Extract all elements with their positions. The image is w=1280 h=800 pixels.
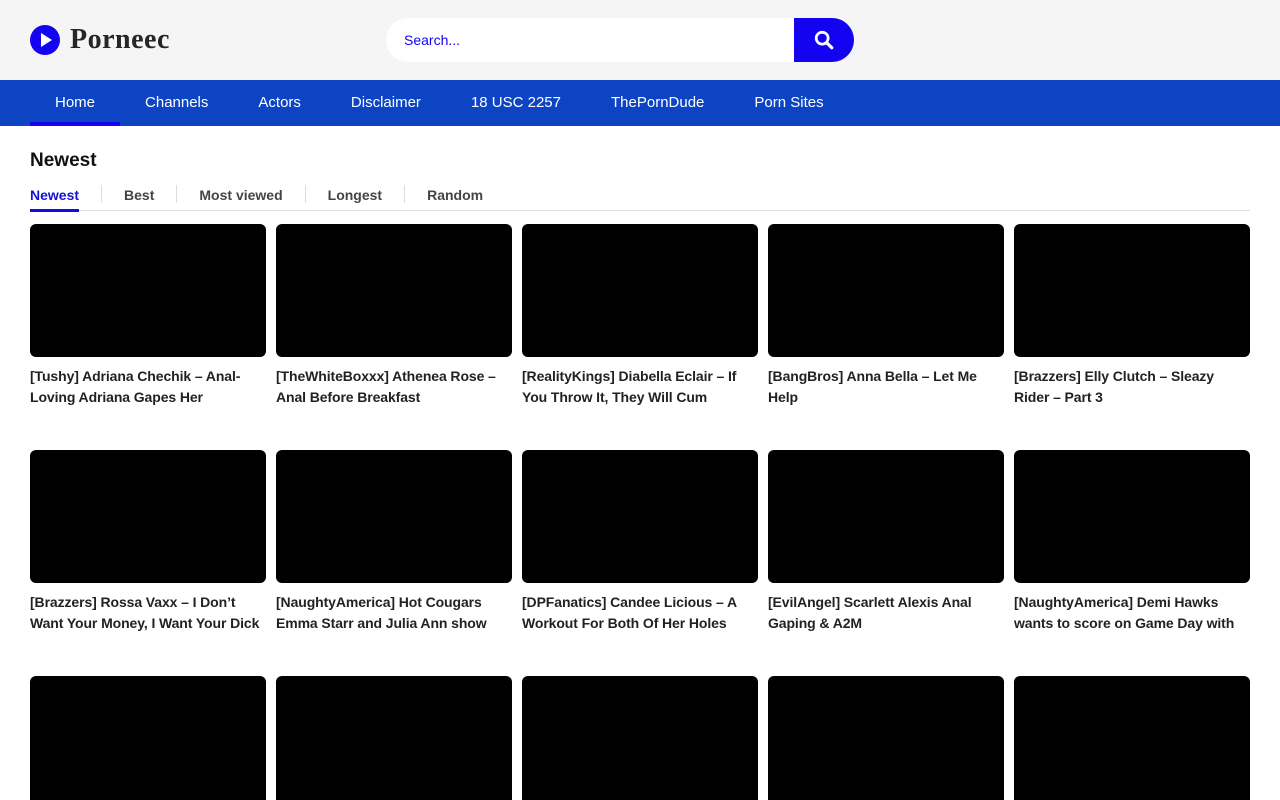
video-thumbnail[interactable] — [30, 450, 266, 583]
video-card: [DPFanatics] Candee Licious – A Workout … — [522, 450, 758, 634]
video-card: [EvilAngel] Scarlett Alexis Anal Gaping … — [768, 450, 1004, 634]
main-nav: Home Channels Actors Disclaimer 18 USC 2… — [0, 80, 1280, 126]
video-card — [768, 676, 1004, 800]
nav-item-home[interactable]: Home — [30, 80, 120, 126]
video-thumbnail[interactable] — [522, 450, 758, 583]
video-title[interactable]: [RealityKings] Diabella Eclair – If You … — [522, 366, 758, 408]
tab-best[interactable]: Best — [124, 185, 154, 211]
tab-separator — [176, 185, 177, 203]
nav-item-18-usc-2257[interactable]: 18 USC 2257 — [446, 80, 586, 126]
video-thumbnail[interactable] — [1014, 676, 1250, 800]
video-title[interactable]: [DPFanatics] Candee Licious – A Workout … — [522, 592, 758, 634]
main-content: Newest Newest Best Most viewed Longest R… — [0, 150, 1280, 800]
logo[interactable]: Porneec — [30, 24, 170, 56]
video-card — [276, 676, 512, 800]
video-title[interactable]: [BangBros] Anna Bella – Let Me Help — [768, 366, 1004, 408]
video-card: [NaughtyAmerica] Demi Hawks wants to sco… — [1014, 450, 1250, 634]
video-thumbnail[interactable] — [1014, 224, 1250, 357]
video-title[interactable]: [Brazzers] Elly Clutch – Sleazy Rider – … — [1014, 366, 1250, 408]
nav-item-porn-sites[interactable]: Porn Sites — [729, 80, 848, 126]
video-card: [TheWhiteBoxxx] Athenea Rose – Anal Befo… — [276, 224, 512, 408]
search-button[interactable] — [794, 18, 854, 62]
tab-separator — [305, 185, 306, 203]
tab-separator — [404, 185, 405, 203]
video-thumbnail[interactable] — [276, 224, 512, 357]
video-thumbnail[interactable] — [30, 676, 266, 800]
tab-most-viewed[interactable]: Most viewed — [199, 185, 282, 211]
video-card: [Brazzers] Rossa Vaxx – I Don’t Want You… — [30, 450, 266, 634]
nav-item-channels[interactable]: Channels — [120, 80, 233, 126]
tab-separator — [101, 185, 102, 203]
video-thumbnail[interactable] — [30, 224, 266, 357]
nav-item-theporndude[interactable]: ThePornDude — [586, 80, 729, 126]
video-card: [BangBros] Anna Bella – Let Me Help — [768, 224, 1004, 408]
site-name: Porneec — [70, 24, 170, 56]
video-thumbnail[interactable] — [522, 224, 758, 357]
video-thumbnail[interactable] — [768, 224, 1004, 357]
video-title[interactable]: [Brazzers] Rossa Vaxx – I Don’t Want You… — [30, 592, 266, 634]
video-card — [1014, 676, 1250, 800]
video-thumbnail[interactable] — [1014, 450, 1250, 583]
video-card: [Tushy] Adriana Chechik – Anal-Loving Ad… — [30, 224, 266, 408]
video-card: [RealityKings] Diabella Eclair – If You … — [522, 224, 758, 408]
video-title[interactable]: [NaughtyAmerica] Demi Hawks wants to sco… — [1014, 592, 1250, 634]
video-thumbnail[interactable] — [276, 676, 512, 800]
nav-item-actors[interactable]: Actors — [233, 80, 326, 126]
sort-tabs: Newest Best Most viewed Longest Random — [30, 185, 1250, 211]
search-input[interactable] — [386, 18, 794, 62]
play-icon — [30, 25, 60, 55]
tab-newest[interactable]: Newest — [30, 185, 79, 211]
search-bar — [386, 18, 854, 62]
video-card: [Brazzers] Elly Clutch – Sleazy Rider – … — [1014, 224, 1250, 408]
video-thumbnail[interactable] — [768, 676, 1004, 800]
video-card: [NaughtyAmerica] Hot Cougars Emma Starr … — [276, 450, 512, 634]
page-title: Newest — [30, 150, 1250, 172]
video-thumbnail[interactable] — [768, 450, 1004, 583]
video-thumbnail[interactable] — [522, 676, 758, 800]
video-title[interactable]: [NaughtyAmerica] Hot Cougars Emma Starr … — [276, 592, 512, 634]
video-card — [522, 676, 758, 800]
video-title[interactable]: [TheWhiteBoxxx] Athenea Rose – Anal Befo… — [276, 366, 512, 408]
video-title[interactable]: [EvilAngel] Scarlett Alexis Anal Gaping … — [768, 592, 1004, 634]
tab-random[interactable]: Random — [427, 185, 483, 211]
video-grid: [Tushy] Adriana Chechik – Anal-Loving Ad… — [30, 224, 1250, 800]
nav-item-disclaimer[interactable]: Disclaimer — [326, 80, 446, 126]
tab-longest[interactable]: Longest — [328, 185, 382, 211]
site-header: Porneec — [0, 0, 1280, 80]
video-title[interactable]: [Tushy] Adriana Chechik – Anal-Loving Ad… — [30, 366, 266, 408]
search-icon — [813, 29, 835, 51]
video-card — [30, 676, 266, 800]
video-thumbnail[interactable] — [276, 450, 512, 583]
